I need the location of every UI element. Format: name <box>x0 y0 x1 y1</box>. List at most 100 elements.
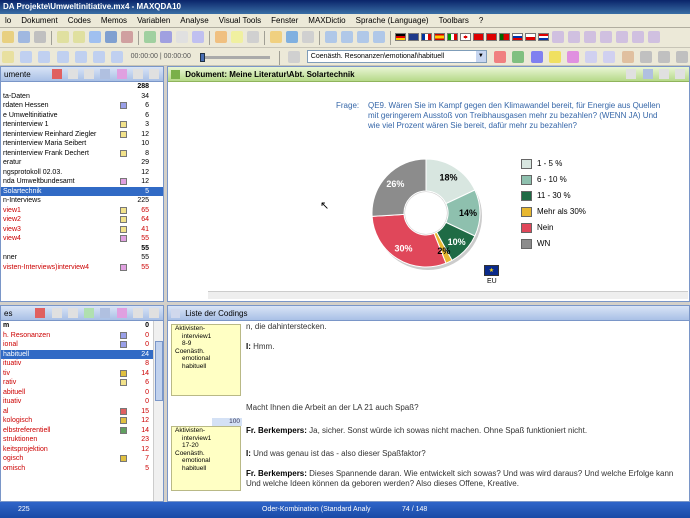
rewind-icon[interactable] <box>38 51 51 63</box>
stop-icon[interactable] <box>93 51 106 63</box>
tree-row[interactable]: al 15 <box>1 407 163 417</box>
flag-uk-icon[interactable] <box>408 33 419 41</box>
tree-row[interactable]: n-Interviews 225 <box>1 196 163 206</box>
tree-row[interactable]: view4 55 <box>1 234 163 244</box>
tree-row[interactable]: rdaten Hessen 6 <box>1 101 163 111</box>
tree-row[interactable]: view1 65 <box>1 206 163 216</box>
menu-item-11[interactable]: ? <box>474 14 488 27</box>
forward-icon[interactable] <box>111 51 124 63</box>
tree-row[interactable]: view3 41 <box>1 225 163 235</box>
coding-margin-box[interactable]: Aktivisten-interview1 17-20 Coenästh. emoti… <box>171 426 241 491</box>
highlight-yellow-icon[interactable] <box>548 51 561 63</box>
tree-row[interactable]: view2 64 <box>1 215 163 225</box>
tree-row[interactable]: m0 <box>1 321 163 331</box>
menu-item-5[interactable]: Analyse <box>175 14 213 27</box>
highlight-green-icon[interactable] <box>512 51 525 63</box>
table-icon[interactable] <box>176 31 188 43</box>
slider-thumb[interactable] <box>200 53 206 62</box>
scrollbar-thumb[interactable] <box>155 341 163 401</box>
window1-icon[interactable] <box>325 31 337 43</box>
tree-row[interactable]: rteninterview Frank Dechert 8 <box>1 149 163 159</box>
save-icon[interactable] <box>67 308 78 318</box>
tree-row[interactable]: omisch 5 <box>1 464 163 474</box>
filter-icon[interactable] <box>616 31 628 43</box>
memo-icon[interactable] <box>231 31 243 43</box>
code-assign-icon[interactable] <box>585 51 598 63</box>
menu-item-10[interactable]: Toolbars <box>434 14 474 27</box>
skip-back-icon[interactable] <box>20 51 33 63</box>
color-icon[interactable] <box>84 308 95 318</box>
filter-icon[interactable] <box>676 51 689 63</box>
minimize-icon[interactable] <box>149 69 159 79</box>
menu-item-3[interactable]: Memos <box>96 14 132 27</box>
layout-icon[interactable] <box>192 31 204 43</box>
code-remove-icon[interactable] <box>603 51 616 63</box>
reset-icon[interactable] <box>302 31 314 43</box>
code-icon[interactable] <box>100 308 111 318</box>
flag-nl-icon[interactable] <box>538 33 549 41</box>
stats-icon[interactable] <box>648 31 660 43</box>
highlight-red-icon[interactable] <box>494 51 507 63</box>
save-icon[interactable] <box>84 69 95 79</box>
map-icon[interactable] <box>160 31 172 43</box>
tree-row[interactable]: elbstreferentiell 14 <box>1 426 163 436</box>
search-icon[interactable] <box>116 69 127 79</box>
tree-row[interactable]: e Umweltinitiative 6 <box>1 111 163 121</box>
menu-item-9[interactable]: Sprache (Language) <box>351 14 434 27</box>
tree-row[interactable]: Solartechnik 5 <box>1 186 163 196</box>
new-icon[interactable] <box>2 51 14 63</box>
find-icon[interactable] <box>632 31 644 43</box>
flag-jp-icon[interactable] <box>460 33 471 41</box>
minimize-icon[interactable] <box>675 69 685 79</box>
menu-item-2[interactable]: Codes <box>63 14 96 27</box>
maximize-icon[interactable] <box>132 69 143 79</box>
menu-item-7[interactable]: Fenster <box>266 14 303 27</box>
tree-row[interactable]: ituativ 0 <box>1 397 163 407</box>
menu-item-0[interactable]: lo <box>0 14 16 27</box>
horizontal-scrollbar[interactable] <box>208 291 688 299</box>
tree-row[interactable]: habituell 24 <box>1 349 163 359</box>
tree-row[interactable]: keitsprojektion 12 <box>1 445 163 455</box>
tree-row[interactable]: abituell 0 <box>1 388 163 398</box>
window3-icon[interactable] <box>357 31 369 43</box>
close-icon[interactable] <box>35 308 46 318</box>
tree-row[interactable]: 55 <box>1 244 163 254</box>
minimize-icon[interactable] <box>149 308 159 318</box>
tree-row[interactable]: eratur 29 <box>1 158 163 168</box>
close-icon[interactable] <box>51 69 62 79</box>
tree-row[interactable]: rativ 6 <box>1 378 163 388</box>
folder-icon[interactable] <box>51 308 62 318</box>
chevron-down-icon[interactable]: ▼ <box>475 51 486 62</box>
retrieve-icon[interactable] <box>270 31 282 43</box>
code-icon[interactable] <box>287 51 300 63</box>
flag-it-icon[interactable] <box>447 33 458 41</box>
flag-fr-icon[interactable] <box>421 33 432 41</box>
tree-row[interactable]: rteninterview Maria Seibert 10 <box>1 139 163 149</box>
highlight-magenta-icon[interactable] <box>566 51 579 63</box>
chart-icon[interactable] <box>144 31 156 43</box>
edit-icon[interactable] <box>642 69 653 79</box>
export-icon[interactable] <box>73 31 85 43</box>
search-icon[interactable] <box>116 308 127 318</box>
tree-row[interactable]: nner 55 <box>1 253 163 263</box>
open-icon[interactable] <box>2 31 14 43</box>
activate-icon[interactable] <box>286 31 298 43</box>
code-scrollbar[interactable] <box>153 321 163 501</box>
search-icon[interactable] <box>639 51 652 63</box>
print-icon[interactable] <box>34 31 46 43</box>
tree-row[interactable]: ituativ 8 <box>1 359 163 369</box>
document-icon[interactable] <box>100 69 111 79</box>
flag-tr-icon[interactable] <box>486 33 497 41</box>
window2-icon[interactable] <box>341 31 353 43</box>
search-icon[interactable] <box>552 31 564 43</box>
window4-icon[interactable] <box>373 31 385 43</box>
tree-row[interactable]: rteninterview 1 3 <box>1 120 163 130</box>
flag-es-icon[interactable] <box>434 33 445 41</box>
menu-item-4[interactable]: Variablen <box>132 14 175 27</box>
link-icon[interactable] <box>215 31 227 43</box>
media-slider[interactable] <box>200 53 271 62</box>
code-icon[interactable] <box>89 31 101 43</box>
function-icon[interactable] <box>105 31 117 43</box>
tree-row[interactable]: kologisch 12 <box>1 416 163 426</box>
pause-icon[interactable] <box>74 51 87 63</box>
